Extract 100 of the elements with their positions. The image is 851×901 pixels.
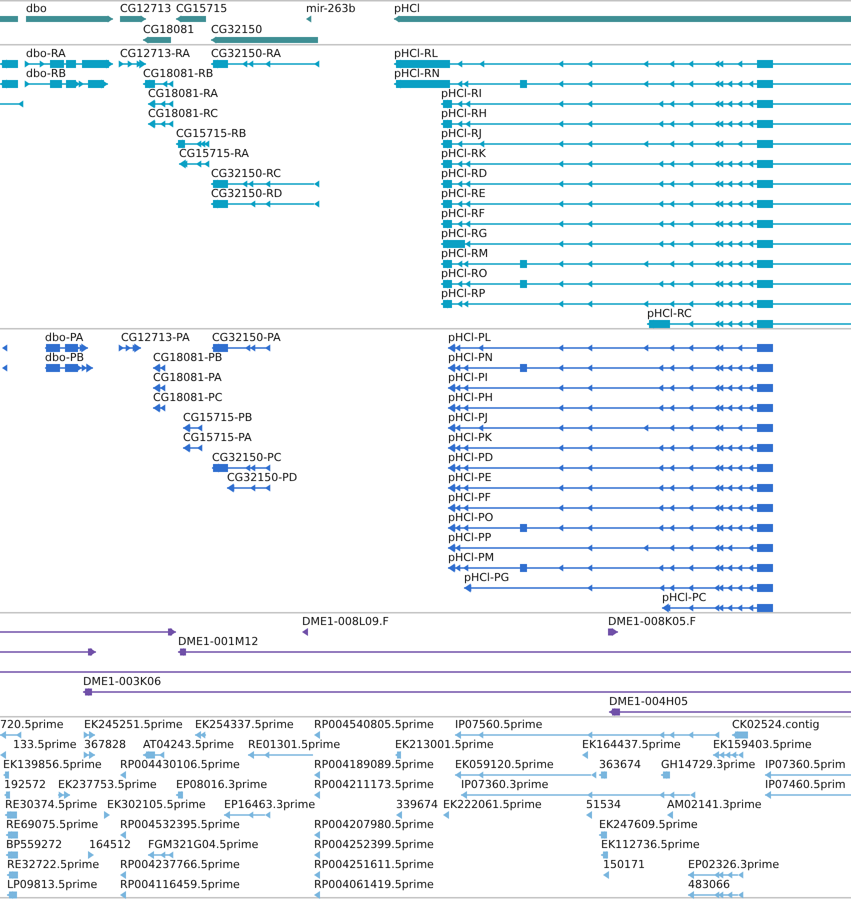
feature-label: dbo-RB: [26, 67, 66, 80]
feature-label: GH14729.3prime: [661, 758, 756, 771]
feature-drawing: [153, 384, 166, 392]
feature-label: pHCl-PN: [448, 351, 493, 364]
feature-label: dbo-RA: [26, 47, 66, 60]
feature-drawing: [84, 751, 95, 759]
feature-drawing: [395, 751, 401, 759]
feature-drawing: [148, 120, 174, 128]
feature-drawing: [176, 16, 206, 22]
feature-drawing: [148, 851, 174, 859]
feature-drawing: [0, 16, 18, 22]
feature-drawing: [143, 80, 174, 88]
feature-label: CG32150-RA: [211, 47, 281, 60]
feature-label: pHCl-PF: [448, 491, 491, 504]
feature-label: pHCl-RC: [647, 307, 692, 320]
feature-label: RP004211173.5prime: [314, 778, 434, 791]
feature-drawing: [667, 811, 673, 819]
feature-label: pHCl-PH: [448, 391, 493, 404]
feature-label: RP004061419.5prime: [314, 878, 434, 891]
feature-drawing: [212, 464, 270, 472]
feature-label: CG32150-PC: [212, 451, 282, 464]
feature-label: pHCl-PM: [448, 551, 494, 564]
feature-label: RP004540805.5prime: [314, 718, 434, 731]
feature-drawing: [6, 851, 18, 859]
feature-label: pHCl-PP: [448, 531, 492, 544]
feature-drawing: [314, 871, 320, 879]
feature-label: CK02524.contig: [732, 718, 820, 731]
feature-drawing: [314, 731, 320, 739]
feature-label: IP07360.3prime: [461, 778, 548, 791]
feature-label: DME1-008L09.F: [302, 615, 389, 628]
feature-label: EK159403.5prime: [713, 738, 812, 751]
feature-drawing: [396, 811, 402, 819]
feature-label: CG15715: [176, 2, 228, 15]
feature-drawing: [2, 344, 8, 352]
feature-label: 339674: [396, 798, 438, 811]
feature-label: RP004237766.5prime: [120, 858, 240, 871]
feature-drawing: [120, 831, 126, 839]
feature-label: EK237753.5prime: [58, 778, 157, 791]
feature-label: RP004532395.5prime: [120, 818, 240, 831]
feature-label: 51534: [586, 798, 621, 811]
feature-label: dbo-PA: [45, 331, 84, 344]
feature-drawing: [314, 891, 320, 899]
feature-label: 483066: [688, 878, 730, 891]
feature-drawing: [143, 751, 164, 759]
feature-drawing: [88, 851, 94, 859]
feature-label: RP004189089.5prime: [314, 758, 434, 771]
feature-drawing: [314, 791, 320, 799]
feature-drawing: [0, 751, 6, 759]
feature-label: CG12713-PA: [121, 331, 190, 344]
feature-label: pHCl-RF: [441, 207, 485, 220]
feature-label: CG32150-PA: [212, 331, 281, 344]
feature-drawing: [195, 731, 206, 739]
feature-label: RE32722.5prime: [7, 858, 100, 871]
feature-drawing: [599, 831, 607, 839]
feature-drawing: [302, 628, 308, 636]
feature-label: IP07360.5prim: [765, 758, 846, 771]
feature-label: dbo-PB: [45, 351, 84, 364]
feature-label: CG18081: [143, 23, 194, 36]
feature-drawing: [84, 731, 95, 739]
feature-label: pHCl-PI: [448, 371, 488, 384]
feature-drawing: [599, 771, 607, 779]
feature-label: pHCl-RP: [441, 287, 486, 300]
feature-drawing: [148, 100, 174, 108]
feature-drawing: [314, 831, 320, 839]
feature-drawing: [7, 871, 18, 879]
feature-label: RP004430106.5prime: [120, 758, 240, 771]
feature-drawing: [153, 404, 166, 412]
feature-label: AM02141.3prime: [667, 798, 762, 811]
feature-label: EK059120.5prime: [455, 758, 554, 771]
feature-drawing: [143, 36, 171, 44]
feature-drawing: [608, 628, 618, 636]
feature-drawing: [118, 60, 146, 68]
feature-drawing: [306, 16, 312, 22]
feature-drawing: [176, 791, 183, 799]
feature-drawing: [45, 344, 88, 352]
feature-drawing: [7, 891, 17, 899]
feature-drawing: [224, 811, 270, 819]
feature-drawing: [0, 80, 18, 88]
feature-drawing: [582, 751, 588, 759]
feature-label: CG18081-PC: [153, 391, 222, 404]
feature-drawing: [688, 871, 744, 879]
feature-label: DME1-003K06: [83, 675, 162, 688]
feature-drawing: [0, 60, 18, 68]
feature-label: RP004207980.5prime: [314, 818, 434, 831]
feature-label: DME1-004H05: [609, 695, 688, 708]
feature-label: EK213001.5prime: [395, 738, 494, 751]
feature-drawing: [4, 791, 10, 799]
feature-drawing: [120, 16, 146, 22]
feature-label: EK247609.5prime: [599, 818, 698, 831]
feature-label: pHCl-PJ: [448, 411, 488, 424]
feature-drawing: [120, 891, 126, 899]
feature-label: pHCl-RJ: [441, 127, 482, 140]
feature-label: LP09813.5prime: [7, 878, 98, 891]
feature-drawing: [183, 424, 202, 432]
feature-drawing: [5, 811, 17, 819]
feature-label: CG12713: [120, 2, 172, 15]
feature-label: CG15715-PB: [183, 411, 252, 424]
feature-drawing: [120, 771, 126, 779]
feature-label: EP16463.3prime: [224, 798, 316, 811]
feature-label: RE01301.5prime: [248, 738, 340, 751]
